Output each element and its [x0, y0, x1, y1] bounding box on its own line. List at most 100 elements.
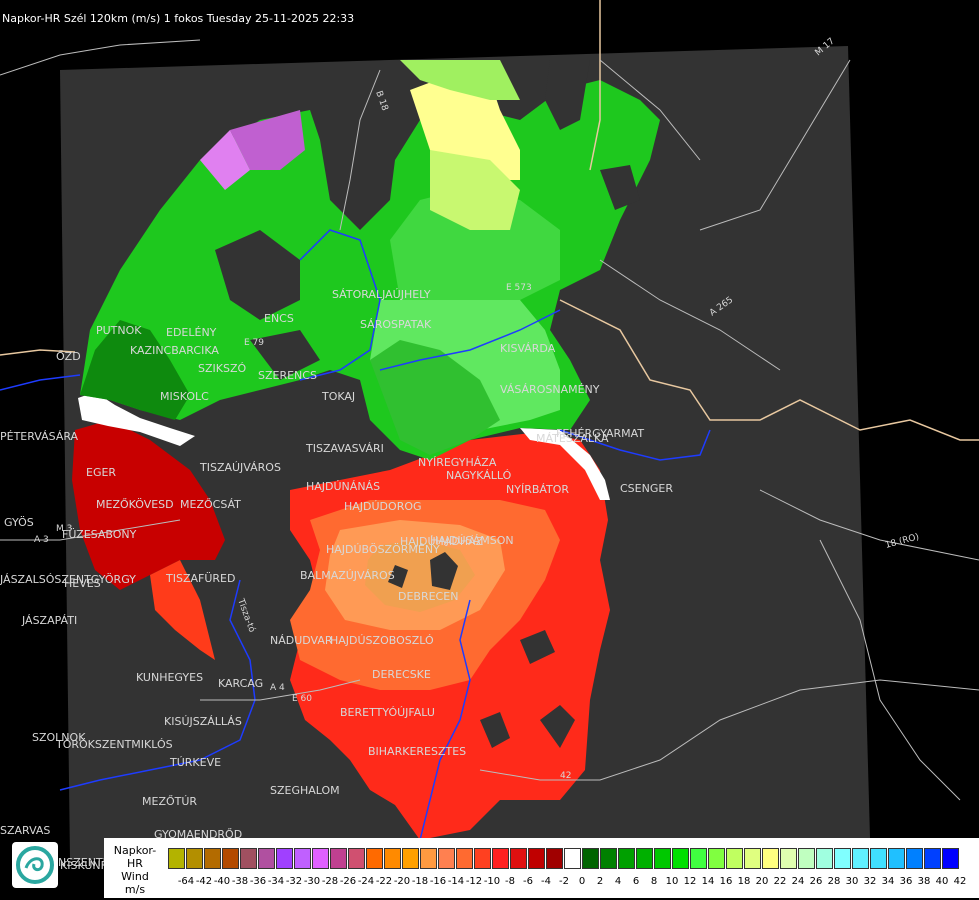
- legend-tick-label: -32: [285, 876, 303, 887]
- legend-swatch: [348, 848, 365, 869]
- city-label: PÉTERVÁSÁRA: [0, 430, 79, 443]
- legend-swatch: [240, 848, 257, 869]
- legend-tick-label: 8: [650, 876, 658, 887]
- city-label: HAJDÚSÁMSON: [430, 534, 514, 547]
- legend-title-line1: Napkor-HR: [113, 844, 157, 870]
- city-label: ŐZD: [56, 349, 81, 363]
- legend-swatch: [654, 848, 671, 869]
- city-label: MÁTÉSZALKA: [536, 432, 609, 445]
- legend-tick-label: -8: [505, 876, 515, 887]
- city-label: NÁDUDVAR: [270, 634, 333, 647]
- legend-swatch: [870, 848, 887, 869]
- legend-swatch: [636, 848, 653, 869]
- legend-tick-label: 30: [845, 876, 859, 887]
- legend-swatches: [168, 848, 960, 869]
- city-label: HAJDÚNÁNÁS: [306, 480, 380, 493]
- road-label: 42: [560, 771, 571, 781]
- legend-tick-label: -6: [523, 876, 533, 887]
- legend-swatch: [168, 848, 185, 869]
- city-label: SZERENCS: [258, 369, 317, 382]
- city-label: BALMAZÚJVÁROS: [300, 569, 395, 582]
- legend-swatch: [510, 848, 527, 869]
- legend-tick-label: 4: [614, 876, 622, 887]
- legend-swatch: [276, 848, 293, 869]
- legend-swatch: [726, 848, 743, 869]
- city-label: SZEGHALOM: [270, 784, 340, 797]
- city-label: TISZAFÜRED: [165, 572, 235, 585]
- legend-tick-label: -2: [559, 876, 569, 887]
- city-label: FÜZESABONY: [62, 528, 137, 541]
- legend-tick-label: 20: [755, 876, 769, 887]
- city-label: KAZINCBARCIKA: [130, 344, 219, 357]
- city-label: SÁROSPATAK: [360, 318, 432, 331]
- legend-tick-label: 40: [935, 876, 949, 887]
- legend-tick-label: 18: [737, 876, 751, 887]
- legend-swatch: [420, 848, 437, 869]
- city-label: NYÍRBÁTOR: [506, 483, 569, 496]
- legend-swatch: [762, 848, 779, 869]
- legend-swatch: [258, 848, 275, 869]
- legend-tick-label: -10: [483, 876, 501, 887]
- legend-swatch: [222, 848, 239, 869]
- legend-swatch: [366, 848, 383, 869]
- legend-tick-label: -30: [303, 876, 321, 887]
- city-label: BIHARKERESZTES: [368, 745, 466, 758]
- legend-swatch: [600, 848, 617, 869]
- city-label: ENCS: [264, 312, 294, 325]
- legend-tick-label: -22: [375, 876, 393, 887]
- city-label: MEZŐTÚR: [142, 794, 197, 808]
- city-label: CSENGER: [620, 482, 673, 495]
- city-label: SÁTORALJAÚJHELY: [332, 288, 431, 301]
- city-label: DERECSKE: [372, 668, 431, 681]
- legend-tick-label: -16: [429, 876, 447, 887]
- legend-tick-label: 6: [632, 876, 640, 887]
- legend-tick-label: 42: [953, 876, 967, 887]
- legend-swatch: [438, 848, 455, 869]
- legend-tick-label: 12: [683, 876, 697, 887]
- city-label: SZIKSZÓ: [198, 362, 246, 375]
- legend-title-line2: Wind: [121, 870, 149, 883]
- road-label: E 60: [292, 694, 312, 704]
- legend-swatch: [204, 848, 221, 869]
- legend-swatch: [546, 848, 563, 869]
- logo-icon: [12, 842, 58, 888]
- road-label: A 3: [34, 535, 49, 545]
- legend-swatch: [888, 848, 905, 869]
- legend-swatch: [186, 848, 203, 869]
- legend-tick-label: -26: [339, 876, 357, 887]
- legend-swatch: [672, 848, 689, 869]
- city-label: EDELÉNY: [166, 326, 217, 339]
- city-label: TÚRKEVE: [169, 756, 221, 769]
- legend-tick-label: 2: [596, 876, 604, 887]
- city-label: JÁSZALSÓSZENTGYÖRGY: [0, 573, 136, 586]
- city-label: MEZŐCSÁT: [180, 497, 241, 511]
- color-legend: NSZENTI Napkor-HR Wind m/s -64 -42 -40 -38-…: [8, 838, 979, 900]
- legend-ticks: -64 -42 -40 -38 -36 -34 -32 -30 -28 -26 -24 -22 -20-…: [168, 876, 967, 887]
- legend-swatch: [456, 848, 473, 869]
- legend-tick-label: 38: [917, 876, 931, 887]
- legend-swatch: [744, 848, 761, 869]
- legend-swatch: [330, 848, 347, 869]
- legend-swatch: [294, 848, 311, 869]
- city-label: TISZAVASVÁRI: [305, 442, 384, 455]
- legend-tick-label: -64: [177, 876, 195, 887]
- city-label: MISKOLC: [160, 390, 209, 403]
- legend-tick-label: -24: [357, 876, 375, 887]
- city-label: HAJDÚDOROG: [344, 500, 422, 513]
- city-label: TISZAÚJVÁROS: [199, 461, 281, 474]
- legend-tick-label: 14: [701, 876, 715, 887]
- legend-tick-label: 34: [881, 876, 895, 887]
- legend-tick-label: -36: [249, 876, 267, 887]
- legend-swatch: [384, 848, 401, 869]
- road-label: M 3: [56, 524, 72, 534]
- legend-tick-label: -34: [267, 876, 285, 887]
- road-label: A 4: [270, 683, 285, 693]
- legend-tick-label: 24: [791, 876, 805, 887]
- legend-swatch: [474, 848, 491, 869]
- city-label: KUNHEGYES: [136, 671, 203, 684]
- legend-tick-label: 0: [578, 876, 586, 887]
- legend-unit: m/s: [124, 883, 146, 896]
- city-label: KISVÁRDA: [500, 342, 556, 355]
- legend-tick-label: -42: [195, 876, 213, 887]
- road-label: E 573: [506, 283, 532, 293]
